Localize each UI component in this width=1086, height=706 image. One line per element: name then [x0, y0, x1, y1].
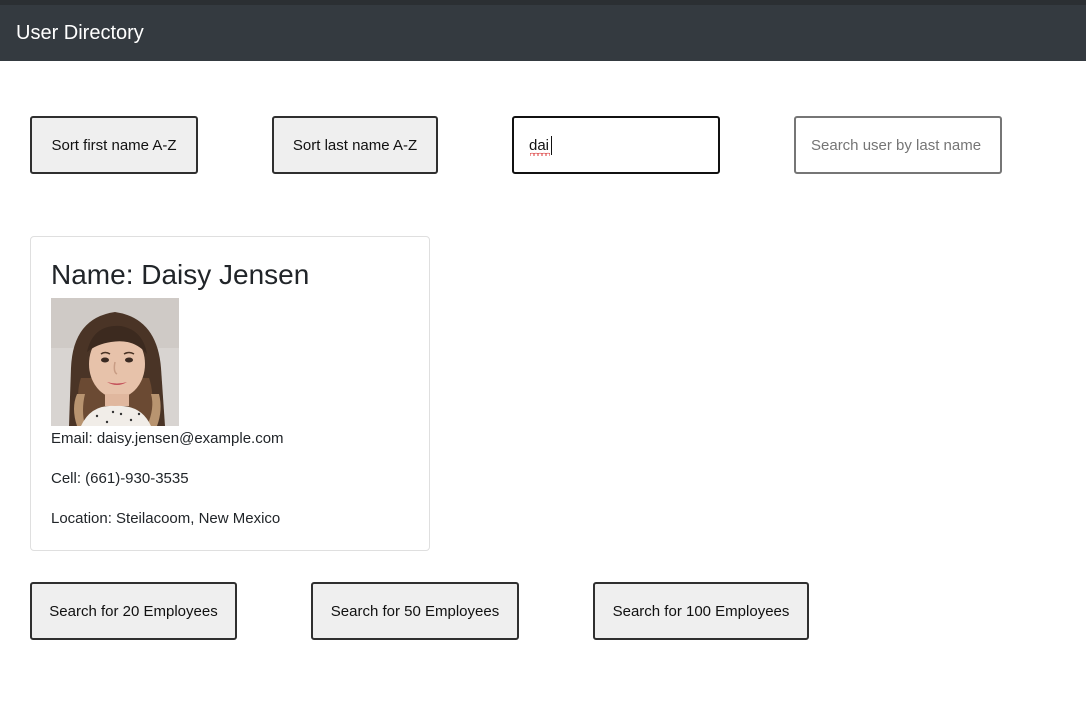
text-caret — [551, 136, 552, 155]
user-photo — [51, 298, 179, 426]
user-email: Email: daisy.jensen@example.com — [51, 430, 284, 447]
search-20-employees-button[interactable]: Search for 20 Employees — [30, 582, 237, 640]
user-photo-image — [51, 298, 179, 426]
navbar: User Directory — [0, 5, 1086, 61]
search-50-employees-button[interactable]: Search for 50 Employees — [311, 582, 519, 640]
user-cell: Cell: (661)-930-3535 — [51, 470, 189, 487]
sort-first-name-button[interactable]: Sort first name A-Z — [30, 116, 198, 174]
user-location: Location: Steilacoom, New Mexico — [51, 510, 281, 527]
user-card: Name: Daisy Jensen Email: daisy.jensen@e… — [30, 236, 430, 551]
navbar-brand[interactable]: User Directory — [16, 22, 144, 45]
user-name: Name: Daisy Jensen — [51, 259, 310, 290]
last-name-search-input[interactable] — [794, 116, 1002, 174]
sort-last-name-button[interactable]: Sort last name A-Z — [272, 116, 438, 174]
search-100-employees-button[interactable]: Search for 100 Employees — [593, 582, 809, 640]
first-name-search-input[interactable] — [512, 116, 720, 174]
